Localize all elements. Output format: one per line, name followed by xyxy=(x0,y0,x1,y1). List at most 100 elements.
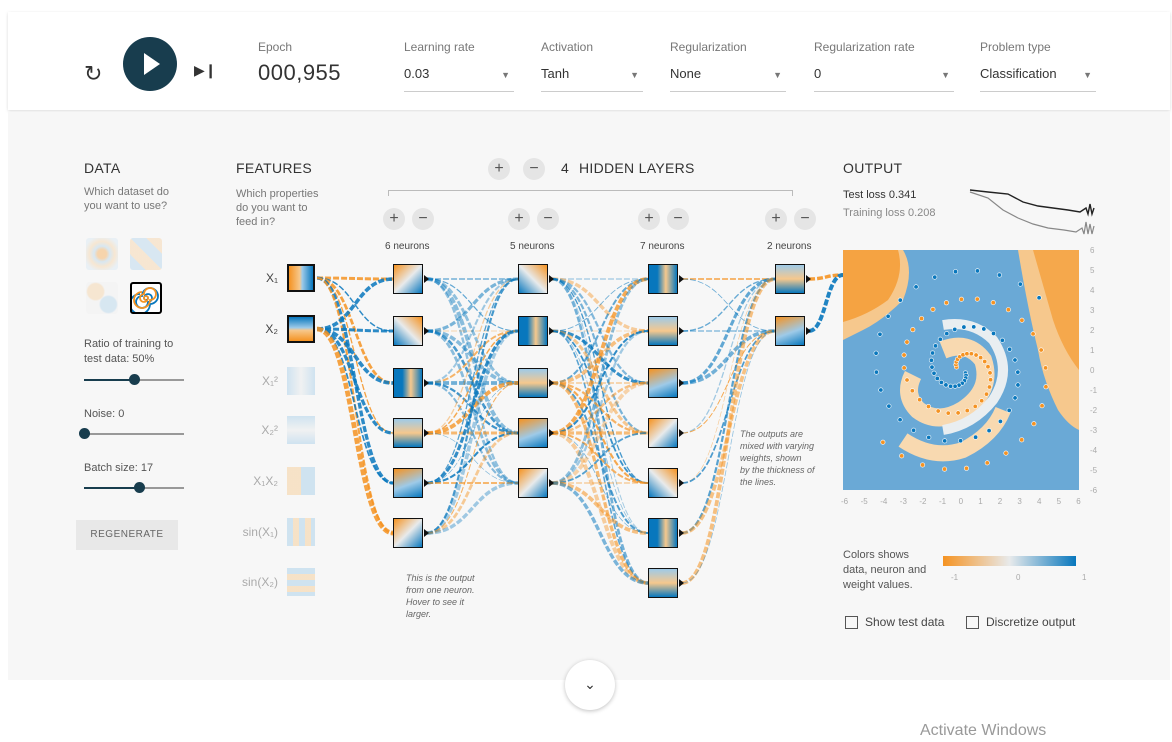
data-point xyxy=(952,383,958,389)
data-point xyxy=(904,339,910,345)
note-weights: The outputs are mixed with varying weigh… xyxy=(740,428,815,488)
neuron-count-label: 7 neurons xyxy=(640,241,685,252)
neuron-output-marker xyxy=(424,479,429,487)
feature-label: sin(X₁) xyxy=(242,525,278,539)
training-loss: Training loss 0.208 xyxy=(843,207,936,219)
neuron[interactable] xyxy=(393,468,423,498)
problem-type-select[interactable]: Classification ▼ xyxy=(980,66,1096,92)
show-test-data-checkbox[interactable] xyxy=(845,616,858,629)
dataset-spiral[interactable] xyxy=(129,282,162,315)
neuron[interactable] xyxy=(648,316,678,346)
remove-neuron-button[interactable]: − xyxy=(537,208,559,230)
neuron[interactable] xyxy=(648,418,678,448)
play-button[interactable] xyxy=(123,37,177,91)
remove-neuron-button[interactable]: − xyxy=(412,208,434,230)
data-point xyxy=(971,324,977,330)
data-point xyxy=(930,306,936,312)
feature-toggle[interactable] xyxy=(287,367,315,395)
dataset-xor[interactable] xyxy=(130,238,162,270)
neuron[interactable] xyxy=(518,264,548,294)
neuron[interactable] xyxy=(393,264,423,294)
slider-thumb[interactable] xyxy=(79,428,90,439)
neuron[interactable] xyxy=(518,368,548,398)
feature-toggle[interactable] xyxy=(287,467,315,495)
note-weights-line: mixed with varying xyxy=(740,441,815,451)
neuron[interactable] xyxy=(648,368,678,398)
neuron-output-marker xyxy=(679,379,684,387)
data-point xyxy=(926,434,932,440)
feature-toggle[interactable] xyxy=(287,518,315,546)
add-neuron-button[interactable]: + xyxy=(508,208,530,230)
data-point xyxy=(964,351,970,357)
neuron[interactable] xyxy=(648,468,678,498)
discretize-output-checkbox[interactable] xyxy=(966,616,979,629)
regularization-select[interactable]: None ▼ xyxy=(670,66,786,92)
slider-thumb[interactable] xyxy=(134,482,145,493)
neuron[interactable] xyxy=(393,316,423,346)
data-point xyxy=(983,391,989,397)
remove-neuron-button[interactable]: − xyxy=(794,208,816,230)
regenerate-button[interactable]: REGENERATE xyxy=(76,520,178,550)
x-tick-label: -1 xyxy=(939,497,947,506)
neuron[interactable] xyxy=(648,568,678,598)
neuron-output-marker xyxy=(679,327,684,335)
neuron[interactable] xyxy=(648,518,678,548)
loss-chart xyxy=(969,189,1095,235)
neuron-output-marker xyxy=(549,379,554,387)
data-point xyxy=(973,352,979,358)
slider-fill xyxy=(84,379,134,381)
ratio-label-2: test data: 50% xyxy=(84,353,155,365)
feature-toggle[interactable] xyxy=(287,264,315,292)
feature-toggle[interactable] xyxy=(287,315,315,343)
scroll-down-button[interactable]: ⌄ xyxy=(565,660,615,710)
note-neuron: This is the output from one neuron. Hove… xyxy=(406,572,475,620)
y-tick-label: -4 xyxy=(1090,446,1098,455)
neuron[interactable] xyxy=(518,418,548,448)
data-point xyxy=(973,434,979,440)
learning-rate-select[interactable]: 0.03 ▼ xyxy=(404,66,514,92)
data-point xyxy=(1038,347,1044,353)
add-neuron-button[interactable]: + xyxy=(638,208,660,230)
add-layer-button[interactable]: + xyxy=(488,158,510,180)
neuron[interactable] xyxy=(648,264,678,294)
step-icon[interactable]: ▶❙ xyxy=(194,62,217,79)
data-point xyxy=(964,408,970,414)
reset-icon[interactable]: ↻ xyxy=(84,61,102,87)
dataset-circle[interactable] xyxy=(86,238,118,270)
regularization-label: Regularization xyxy=(670,40,747,54)
neuron[interactable] xyxy=(775,316,805,346)
regularization-rate-select[interactable]: 0 ▼ xyxy=(814,66,954,92)
neuron-output-marker xyxy=(549,479,554,487)
chevron-down-icon: ⌄ xyxy=(584,676,596,692)
data-point xyxy=(1017,281,1023,287)
data-point xyxy=(1003,450,1009,456)
activation-select[interactable]: Tanh ▼ xyxy=(541,66,643,92)
hidden-layers-bracket xyxy=(388,190,793,196)
remove-layer-button[interactable]: − xyxy=(523,158,545,180)
noise-label: Noise: 0 xyxy=(84,408,125,420)
remove-neuron-button[interactable]: − xyxy=(667,208,689,230)
neuron-output-marker xyxy=(424,529,429,537)
neuron[interactable] xyxy=(518,468,548,498)
x-tick-label: -6 xyxy=(841,497,849,506)
neuron-count-label: 6 neurons xyxy=(385,241,430,252)
output-title: OUTPUT xyxy=(843,160,903,176)
add-neuron-button[interactable]: + xyxy=(383,208,405,230)
neuron[interactable] xyxy=(393,368,423,398)
data-point xyxy=(933,343,939,349)
activation-label: Activation xyxy=(541,40,594,54)
neuron[interactable] xyxy=(775,264,805,294)
neuron[interactable] xyxy=(393,418,423,448)
neuron[interactable] xyxy=(518,316,548,346)
add-neuron-button[interactable]: + xyxy=(765,208,787,230)
dataset-gaussian[interactable] xyxy=(86,282,118,314)
epoch-label: Epoch xyxy=(258,40,293,54)
data-point xyxy=(984,460,990,466)
slider-thumb[interactable] xyxy=(129,374,140,385)
feature-toggle[interactable] xyxy=(287,416,315,444)
neuron[interactable] xyxy=(393,518,423,548)
slider-track[interactable] xyxy=(84,433,184,435)
discretize-output-label: Discretize output xyxy=(986,615,1076,629)
data-point xyxy=(899,453,905,459)
feature-toggle[interactable] xyxy=(287,568,315,596)
